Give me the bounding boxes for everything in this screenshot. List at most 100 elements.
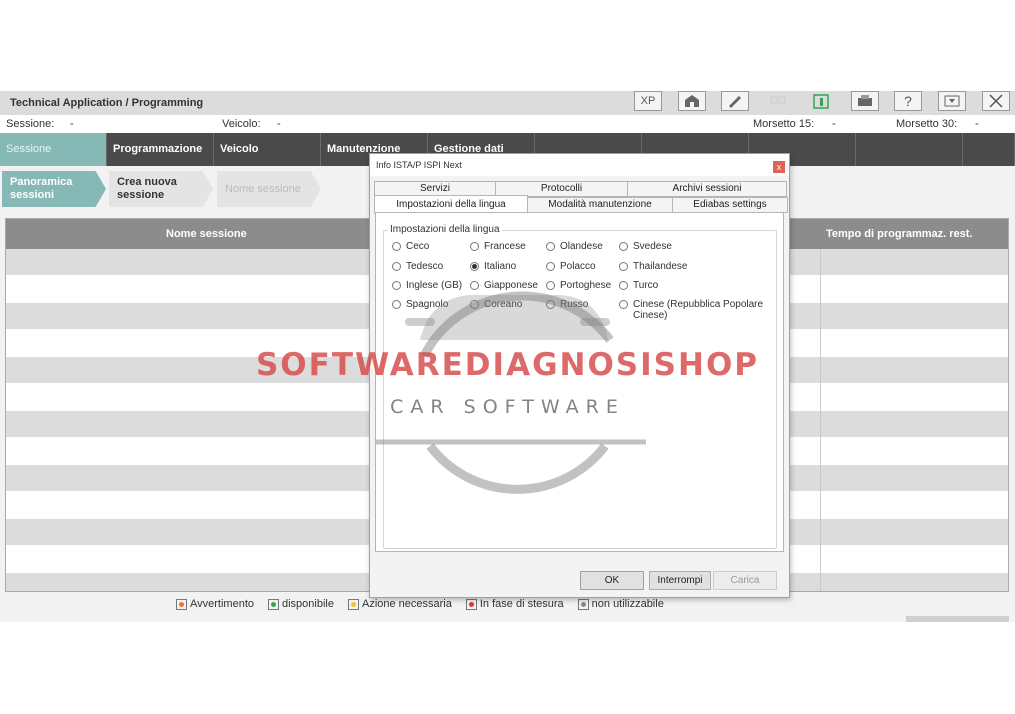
column-divider <box>820 492 821 519</box>
column-divider <box>820 411 821 438</box>
language-label: Francese <box>484 241 526 252</box>
language-radio[interactable]: Svedese <box>619 241 769 252</box>
subtab-name: Nome sessione <box>217 171 321 207</box>
nav-empty-5[interactable] <box>963 133 1015 166</box>
dialog-titlebar: Info ISTA/P ISPI Next x <box>370 154 789 176</box>
status-color-icon <box>465 598 477 610</box>
language-radio[interactable]: Coreano <box>470 299 522 310</box>
language-radio[interactable]: Giapponese <box>470 280 538 291</box>
status-bar: Sessione: - Veicolo: - Morsetto 15: - Mo… <box>0 115 1015 133</box>
clamp15-label: Morsetto 15: <box>753 118 815 130</box>
radio-icon[interactable] <box>470 281 479 290</box>
col-session-name[interactable]: Nome sessione <box>166 228 247 240</box>
radio-icon[interactable] <box>546 242 555 251</box>
nav-session[interactable]: Sessione <box>0 133 107 166</box>
language-radio[interactable]: Russo <box>546 299 588 310</box>
radio-icon[interactable] <box>470 300 479 309</box>
radio-icon[interactable] <box>619 281 628 290</box>
cancel-button[interactable]: Interrompi <box>649 571 711 590</box>
legend-label: In fase di stesura <box>479 598 564 610</box>
legend-label: non utilizzabile <box>591 598 664 610</box>
battery-icon[interactable] <box>807 91 835 111</box>
radio-icon[interactable] <box>546 262 555 271</box>
language-radio[interactable]: Cinese (Repubblica Popolare Cinese) <box>619 299 769 321</box>
subtab-overview[interactable]: Panoramica sessioni <box>2 171 106 207</box>
nav-programming[interactable]: Programmazione <box>107 133 214 166</box>
close-icon[interactable] <box>982 91 1010 111</box>
language-radio[interactable]: Inglese (GB) <box>392 280 462 291</box>
dialog-close-icon[interactable]: x <box>773 161 785 173</box>
language-group-title: Impostazioni della lingua <box>388 224 502 235</box>
grid-icon <box>764 91 792 111</box>
language-label: Thailandese <box>633 261 688 272</box>
session-value: - <box>70 118 74 130</box>
xp-label: XP <box>640 95 656 107</box>
nav-vehicle[interactable]: Veicolo <box>214 133 321 166</box>
radio-icon[interactable] <box>392 281 401 290</box>
language-label: Tedesco <box>406 261 444 272</box>
language-radio[interactable]: Thailandese <box>619 261 769 272</box>
download-icon[interactable] <box>938 91 966 111</box>
col-remaining-time[interactable]: Tempo di programmaz. rest. <box>826 228 973 240</box>
language-label: Italiano <box>484 261 517 272</box>
clamp15-value: - <box>832 118 836 130</box>
language-radio[interactable]: Polacco <box>546 261 596 272</box>
edit-icon[interactable] <box>721 91 749 111</box>
tab-ediabas[interactable]: Ediabas settings <box>672 197 788 213</box>
language-panel: Impostazioni della lingua Ceco Francese Ol… <box>375 212 784 552</box>
language-label: Giapponese <box>484 280 538 291</box>
legend-item: Azione necessaria <box>347 596 452 612</box>
radio-icon[interactable] <box>619 262 628 271</box>
column-divider <box>820 438 821 465</box>
column-divider <box>820 465 821 492</box>
help-icon[interactable]: ? <box>894 91 922 111</box>
radio-icon[interactable] <box>392 262 401 271</box>
status-legend: Avvertimento disponibile Azione necessaria… <box>176 596 664 612</box>
clamp30-label: Morsetto 30: <box>896 118 958 130</box>
radio-icon[interactable] <box>470 242 479 251</box>
radio-icon[interactable] <box>546 300 555 309</box>
language-label: Russo <box>560 299 589 310</box>
xp-icon[interactable]: XP <box>634 91 662 111</box>
language-label: Svedese <box>633 241 672 252</box>
language-radio[interactable]: Francese <box>470 241 526 252</box>
language-label: Spagnolo <box>406 299 449 310</box>
ok-button[interactable]: OK <box>580 571 644 590</box>
language-label: Ceco <box>406 241 430 252</box>
radio-icon[interactable] <box>619 300 628 309</box>
language-radio[interactable]: Ceco <box>392 241 429 252</box>
help-label: ? <box>904 93 912 109</box>
legend-label: Avvertimento <box>190 598 254 610</box>
language-radio[interactable]: Italiano <box>470 261 516 272</box>
radio-icon[interactable] <box>470 262 479 271</box>
tab-archives[interactable]: Archivi sessioni <box>627 181 787 197</box>
legend-item: disponibile <box>268 596 334 612</box>
language-radio[interactable]: Olandese <box>546 241 603 252</box>
status-color-icon <box>347 598 359 610</box>
radio-icon[interactable] <box>392 300 401 309</box>
language-radio[interactable]: Portoghese <box>546 280 611 291</box>
language-group: Impostazioni della lingua Ceco Francese Ol… <box>383 224 777 549</box>
language-label: Portoghese <box>560 280 612 291</box>
language-label: Polacco <box>560 261 596 272</box>
language-label: Coreano <box>484 299 523 310</box>
legend-item: non utilizzabile <box>577 596 664 612</box>
info-dialog: Info ISTA/P ISPI Next x Servizi Protocol… <box>369 153 790 598</box>
dialog-title: Info ISTA/P ISPI Next <box>376 160 462 170</box>
status-color-icon <box>577 598 589 610</box>
language-radio[interactable]: Tedesco <box>392 261 443 272</box>
radio-icon[interactable] <box>546 281 555 290</box>
nav-empty-4[interactable] <box>856 133 963 166</box>
language-radio[interactable]: Turco <box>619 280 769 291</box>
language-radio[interactable]: Spagnolo <box>392 299 448 310</box>
radio-icon[interactable] <box>619 242 628 251</box>
home-icon[interactable] <box>678 91 706 111</box>
radio-icon[interactable] <box>392 242 401 251</box>
printer-icon[interactable] <box>851 91 879 111</box>
language-label: Turco <box>633 280 659 291</box>
subtab-create[interactable]: Crea nuova sessione <box>109 171 213 207</box>
language-label: Inglese (GB) <box>406 280 463 291</box>
tab-maintenance-mode[interactable]: Modalità manutenzione <box>527 197 673 213</box>
column-divider <box>820 303 821 330</box>
column-divider <box>820 384 821 411</box>
